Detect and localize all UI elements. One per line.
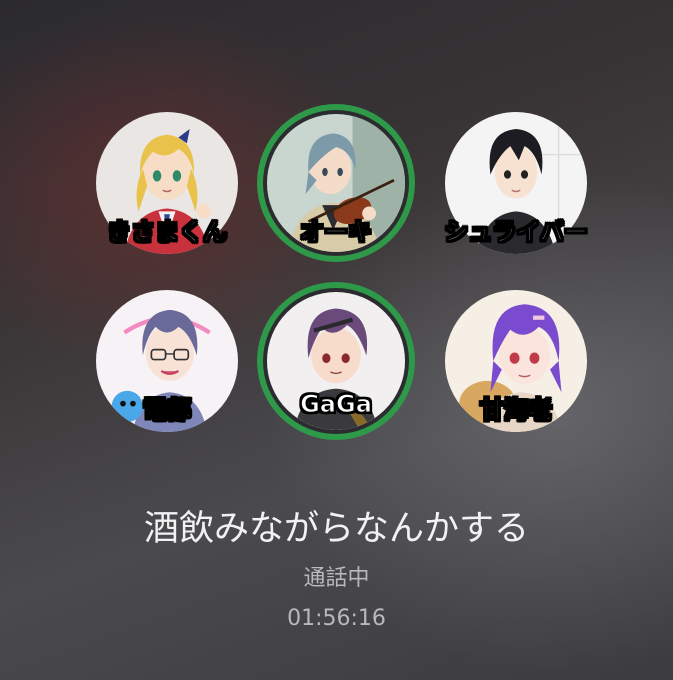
participant-tile-dento[interactable]: 電都 [92, 286, 242, 436]
participant-name: GaGa [300, 390, 373, 419]
participant-name: シュライバー [444, 218, 589, 247]
participant-tile-oki[interactable]: オーキ [261, 108, 411, 258]
participant-name: オーキ [300, 218, 373, 247]
participant-tile-kisamakun[interactable]: きさまくん [92, 108, 242, 258]
participant-name: 電都 [143, 396, 192, 425]
call-timer: 01:56:16 [287, 606, 386, 631]
call-title: 酒飲みながらなんかする [143, 509, 529, 549]
participant-grid: きさまくん オーキ シュライバー 電都 GaGa 甘海老 [0, 0, 673, 480]
participant-tile-gaga[interactable]: GaGa [261, 286, 411, 436]
participant-name: 甘海老 [480, 396, 553, 425]
call-status: 通話中 [303, 566, 370, 591]
participant-tile-amaebi[interactable]: 甘海老 [441, 286, 591, 436]
participant-name: きさまくん [107, 218, 228, 247]
participant-tile-schreiber[interactable]: シュライバー [441, 108, 591, 258]
